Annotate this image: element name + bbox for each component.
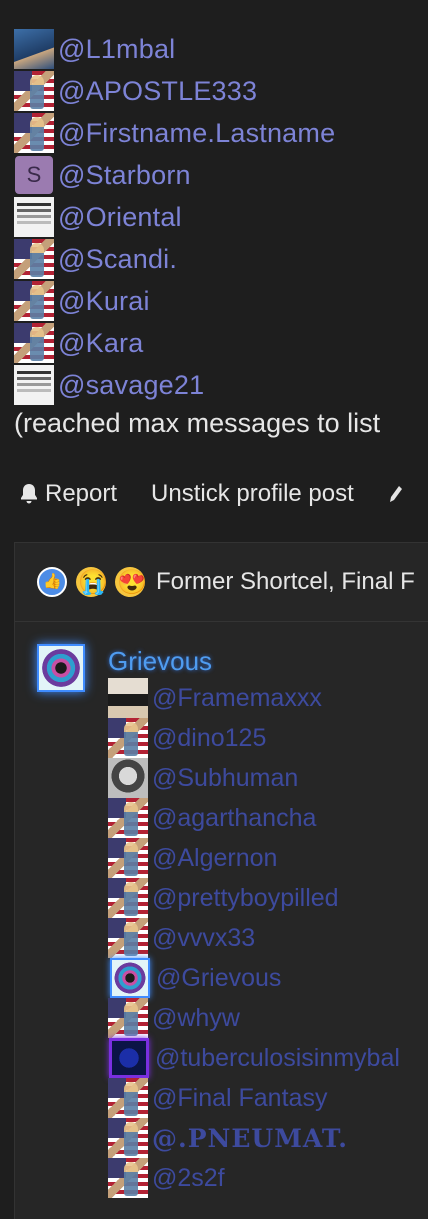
mention-row[interactable]: S @Starborn bbox=[14, 154, 428, 196]
unstick-button[interactable]: Unstick profile post bbox=[151, 480, 354, 508]
list-item[interactable]: @.PNEUMAT. bbox=[108, 1118, 400, 1158]
liker-link[interactable]: @whyw bbox=[152, 1004, 240, 1033]
avatar[interactable] bbox=[108, 678, 148, 718]
report-label: Report bbox=[45, 480, 118, 507]
mention-row[interactable]: @Kara bbox=[14, 322, 428, 364]
post: Grievous @Framemaxxx @dino125 @Subhuman … bbox=[15, 622, 428, 1198]
avatar[interactable] bbox=[108, 1158, 148, 1198]
report-button[interactable]: Report bbox=[19, 480, 117, 508]
liker-list: @Framemaxxx @dino125 @Subhuman @agarthan… bbox=[108, 678, 400, 1198]
cry-icon bbox=[76, 567, 108, 597]
avatar[interactable] bbox=[108, 758, 148, 798]
avatar[interactable] bbox=[14, 113, 54, 153]
reaction-bar[interactable]: Former Shortcel, Final F bbox=[15, 543, 428, 622]
avatar[interactable] bbox=[14, 281, 54, 321]
author-avatar[interactable] bbox=[37, 644, 85, 692]
author-name[interactable]: Grievous bbox=[108, 646, 212, 677]
mention-row[interactable]: @Firstname.Lastname bbox=[14, 112, 428, 154]
mention-link[interactable]: @Scandi. bbox=[58, 244, 177, 275]
mention-link[interactable]: @savage21 bbox=[58, 370, 204, 401]
liker-link[interactable]: @dino125 bbox=[152, 724, 266, 753]
avatar[interactable] bbox=[14, 239, 54, 279]
liker-link[interactable]: @tuberculosisinmybal bbox=[155, 1044, 400, 1073]
edit-button[interactable] bbox=[388, 484, 402, 504]
avatar[interactable] bbox=[14, 71, 54, 111]
list-item[interactable]: @Framemaxxx bbox=[108, 678, 400, 718]
mention-row[interactable]: @APOSTLE333 bbox=[14, 70, 428, 112]
pencil-icon bbox=[389, 486, 402, 502]
liker-link[interactable]: @Final Fantasy bbox=[152, 1084, 327, 1113]
unstick-label: Unstick profile post bbox=[151, 480, 354, 507]
list-item[interactable]: @vvvx33 bbox=[108, 918, 400, 958]
mention-row[interactable]: @savage21 bbox=[14, 364, 428, 406]
avatar[interactable] bbox=[14, 365, 54, 405]
list-item[interactable]: @whyw bbox=[108, 998, 400, 1038]
post-actions: Report Unstick profile post bbox=[19, 480, 428, 508]
heart-eyes-icon bbox=[115, 567, 147, 597]
liker-link[interactable]: @agarthancha bbox=[152, 804, 316, 833]
mention-row[interactable]: @L1mbal bbox=[14, 28, 428, 70]
mention-link[interactable]: @Firstname.Lastname bbox=[58, 118, 335, 149]
avatar[interactable] bbox=[108, 798, 148, 838]
list-item[interactable]: @tuberculosisinmybal bbox=[108, 1038, 400, 1078]
mention-link[interactable]: @Kara bbox=[58, 328, 143, 359]
profile-post-panel: Former Shortcel, Final F Grievous @Frame… bbox=[14, 542, 428, 1219]
mention-link[interactable]: @Kurai bbox=[58, 286, 150, 317]
avatar[interactable] bbox=[108, 998, 148, 1038]
mention-link[interactable]: @Oriental bbox=[58, 202, 182, 233]
avatar[interactable] bbox=[108, 1078, 148, 1118]
bell-icon bbox=[21, 484, 37, 504]
list-item[interactable]: @2s2f bbox=[108, 1158, 400, 1198]
liker-link[interactable]: @Framemaxxx bbox=[152, 684, 322, 713]
liker-link[interactable]: @vvvx33 bbox=[152, 924, 255, 953]
liker-link[interactable]: @Grievous bbox=[156, 964, 281, 993]
avatar[interactable] bbox=[14, 323, 54, 363]
list-item[interactable]: @Final Fantasy bbox=[108, 1078, 400, 1118]
liker-link[interactable]: @prettyboypilled bbox=[152, 884, 339, 913]
mention-list: @L1mbal @APOSTLE333 @Firstname.Lastname … bbox=[14, 28, 428, 439]
avatar[interactable] bbox=[108, 1118, 148, 1158]
mention-link[interactable]: @Starborn bbox=[58, 160, 191, 191]
reaction-summary[interactable]: Former Shortcel, Final F bbox=[156, 568, 415, 596]
mention-row[interactable]: @Oriental bbox=[14, 196, 428, 238]
avatar[interactable]: S bbox=[15, 156, 53, 194]
mention-row[interactable]: @Scandi. bbox=[14, 238, 428, 280]
list-item[interactable]: @Grievous bbox=[108, 958, 400, 998]
list-item[interactable]: @prettyboypilled bbox=[108, 878, 400, 918]
liker-link[interactable]: @Subhuman bbox=[152, 764, 298, 793]
avatar[interactable] bbox=[109, 1038, 149, 1078]
avatar[interactable] bbox=[110, 958, 150, 998]
mention-link[interactable]: @L1mbal bbox=[58, 34, 175, 65]
avatar[interactable] bbox=[108, 918, 148, 958]
avatar[interactable] bbox=[14, 197, 54, 237]
list-item[interactable]: @agarthancha bbox=[108, 798, 400, 838]
like-icon bbox=[37, 567, 67, 597]
liker-link[interactable]: @Algernon bbox=[152, 844, 277, 873]
list-item[interactable]: @Subhuman bbox=[108, 758, 400, 798]
mention-row[interactable]: @Kurai bbox=[14, 280, 428, 322]
avatar[interactable] bbox=[108, 838, 148, 878]
max-messages-note: (reached max messages to list bbox=[14, 408, 381, 438]
liker-link[interactable]: @2s2f bbox=[152, 1164, 225, 1193]
avatar[interactable] bbox=[108, 878, 148, 918]
avatar[interactable] bbox=[108, 718, 148, 758]
mention-link[interactable]: @APOSTLE333 bbox=[58, 76, 257, 107]
avatar[interactable] bbox=[14, 29, 54, 69]
liker-link[interactable]: @.PNEUMAT. bbox=[152, 1124, 348, 1153]
avatar-letter: S bbox=[26, 162, 42, 187]
list-item[interactable]: @dino125 bbox=[108, 718, 400, 758]
list-item[interactable]: @Algernon bbox=[108, 838, 400, 878]
